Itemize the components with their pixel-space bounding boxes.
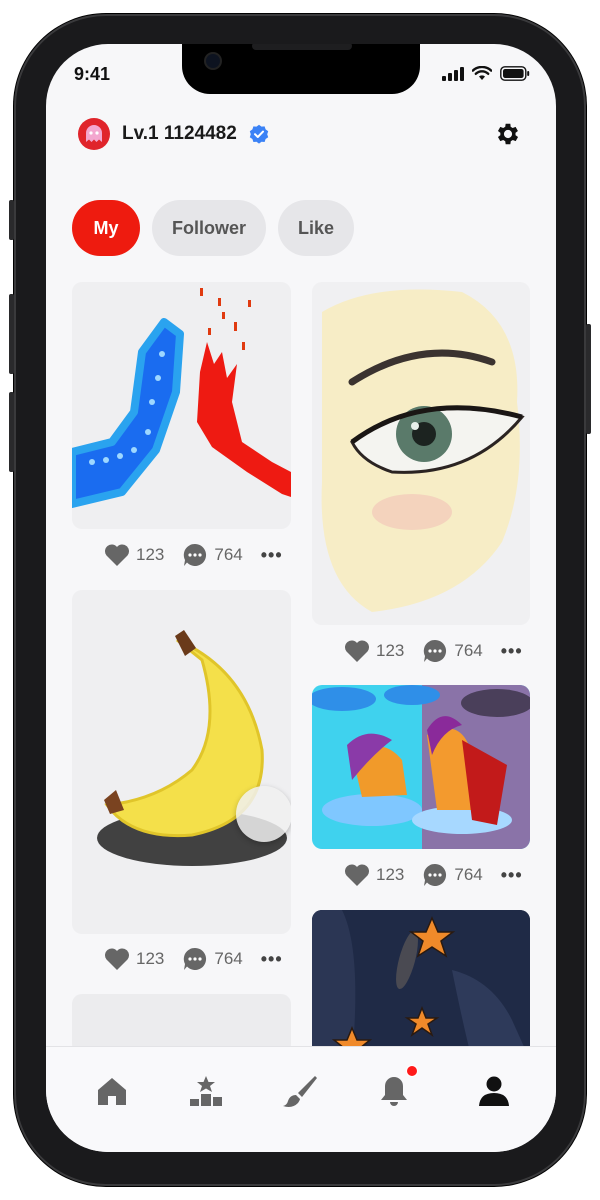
- ponies-artwork: [312, 685, 530, 849]
- comment-bubble-icon: [424, 639, 447, 662]
- comment-count: 764: [454, 641, 483, 660]
- notification-badge: [406, 1065, 418, 1077]
- username: Lv.1 1124482: [122, 123, 237, 144]
- wifi-icon: [472, 66, 492, 80]
- bottom-tab-bar: [46, 1046, 556, 1152]
- app-screen: 9:41 Lv.1 1124482 My Follower Like 123 7…: [46, 44, 556, 1152]
- tab-my[interactable]: My: [72, 200, 140, 256]
- post-card-starfish[interactable]: [312, 910, 530, 1060]
- ghost-avatar-icon: [86, 125, 102, 142]
- post-meta-banana: 123 764 •••: [104, 946, 283, 972]
- like-stat[interactable]: 123: [104, 947, 164, 971]
- like-stat[interactable]: 123: [104, 543, 164, 567]
- comment-bubble-icon: [184, 543, 207, 566]
- comment-stat[interactable]: 764: [182, 542, 243, 568]
- comment-bubble-icon: [424, 863, 447, 886]
- more-options-button[interactable]: •••: [261, 949, 283, 970]
- post-card-placeholder[interactable]: [72, 994, 291, 1054]
- tab-follower[interactable]: Follower: [152, 200, 267, 256]
- comment-stat[interactable]: 764: [182, 946, 243, 972]
- heart-icon: [104, 544, 130, 566]
- bell-icon[interactable]: [376, 1073, 412, 1109]
- mute-switch: [9, 200, 14, 240]
- like-count: 123: [376, 641, 405, 660]
- like-stat[interactable]: 123: [344, 639, 404, 663]
- settings-gear-icon[interactable]: [494, 120, 522, 148]
- volume-up-button: [9, 294, 14, 374]
- speaker: [252, 44, 352, 50]
- front-camera: [206, 54, 220, 68]
- tab-like[interactable]: Like: [278, 200, 355, 256]
- heart-icon: [344, 864, 370, 886]
- comment-stat[interactable]: 764: [422, 862, 483, 888]
- profile-icon[interactable]: [476, 1073, 512, 1109]
- more-options-button[interactable]: •••: [501, 641, 523, 662]
- battery-icon: [500, 66, 530, 81]
- verified-badge-icon: [249, 124, 269, 144]
- heart-icon: [344, 640, 370, 662]
- signal-icon: [442, 66, 464, 81]
- like-count: 123: [136, 545, 165, 564]
- comment-count: 764: [454, 865, 483, 884]
- power-button: [586, 324, 591, 434]
- like-stat[interactable]: 123: [344, 863, 404, 887]
- status-time: 9:41: [74, 64, 111, 84]
- volume-down-button: [9, 392, 14, 472]
- comment-count: 764: [214, 545, 243, 564]
- ranking-icon[interactable]: [188, 1073, 224, 1109]
- profile-header: Lv.1 1124482: [78, 118, 269, 150]
- like-count: 123: [376, 865, 405, 884]
- more-options-button[interactable]: •••: [501, 865, 523, 886]
- paint-brush-icon[interactable]: [282, 1073, 318, 1109]
- post-meta-eye: 123 764 •••: [344, 638, 523, 664]
- eye-artwork: [321, 289, 525, 612]
- avatar[interactable]: [78, 118, 110, 150]
- banana-artwork: [97, 630, 287, 866]
- post-card-hands[interactable]: [72, 282, 291, 529]
- comment-bubble-icon: [184, 947, 207, 970]
- post-card-eye[interactable]: [312, 282, 530, 625]
- more-options-button[interactable]: •••: [261, 545, 283, 566]
- post-meta-ponies: 123 764 •••: [344, 862, 523, 888]
- hands-artwork: [72, 288, 291, 508]
- home-icon[interactable]: [94, 1073, 130, 1109]
- touch-indicator: [236, 786, 291, 842]
- like-count: 123: [136, 949, 165, 968]
- heart-icon: [104, 948, 130, 970]
- notch: [182, 44, 420, 94]
- post-card-banana[interactable]: [72, 590, 291, 934]
- comment-stat[interactable]: 764: [422, 638, 483, 664]
- starfish-artwork: [312, 910, 530, 1060]
- post-meta-hands: 123 764 •••: [104, 542, 283, 568]
- status-icons: [442, 66, 530, 81]
- comment-count: 764: [214, 949, 243, 968]
- post-card-ponies[interactable]: [312, 685, 530, 849]
- filter-tabs: My Follower Like: [72, 200, 355, 256]
